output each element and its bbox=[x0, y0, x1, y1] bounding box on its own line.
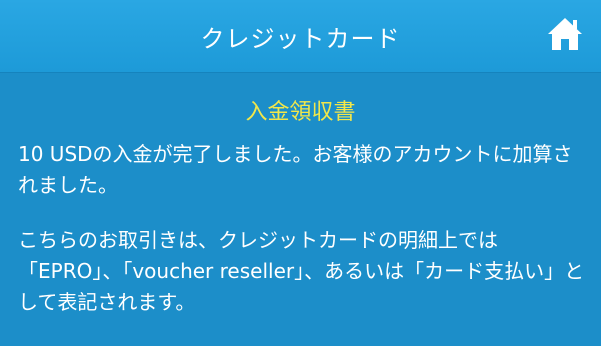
receipt-content: 入金領収書 10 USDの入金が完了しました。お客様のアカウントに加算されました… bbox=[0, 73, 601, 346]
statement-note: こちらのお取引きは、クレジットカードの明細上では「EPRO」、「voucher … bbox=[18, 228, 585, 314]
header-bar: クレジットカード bbox=[0, 0, 601, 73]
deposit-message: 10 USDの入金が完了しました。お客様のアカウントに加算されました。 bbox=[18, 142, 573, 197]
home-icon bbox=[548, 18, 582, 50]
home-button[interactable] bbox=[546, 16, 584, 52]
app-window: クレジットカード 入金領収書 10 USDの入金が完了しました。お客様のアカウン… bbox=[0, 0, 601, 346]
page-title: クレジットカード bbox=[200, 25, 401, 53]
receipt-title: 入金領収書 bbox=[245, 100, 356, 125]
